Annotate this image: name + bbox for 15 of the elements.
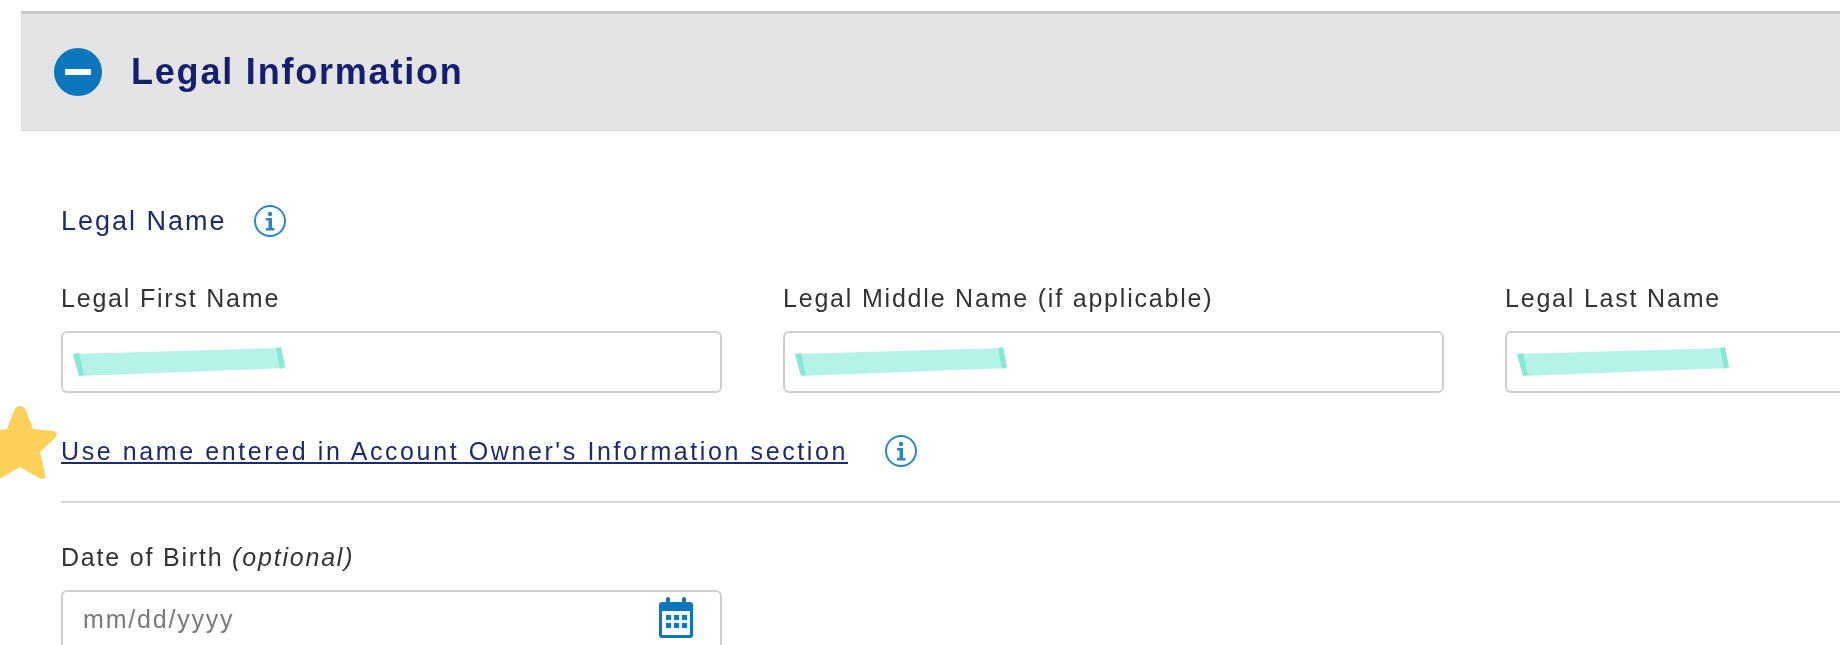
info-icon[interactable] [884, 434, 918, 468]
date-field[interactable]: mm/dd/yyyy [61, 590, 722, 645]
section-header[interactable]: Legal Information [21, 11, 1840, 131]
text-field[interactable] [61, 331, 722, 393]
field-label: Legal First Name [61, 283, 282, 314]
collapse-icon[interactable] [53, 47, 103, 97]
field-label: Legal Middle Name (if applicable) [783, 283, 1215, 314]
info-icon[interactable] [252, 204, 287, 238]
text-field[interactable] [783, 331, 1444, 393]
field-label: Legal Last Name [1505, 283, 1722, 314]
legal-name-heading: Legal Name [61, 205, 227, 237]
use-name-link[interactable]: Use name entered in Account Owner's Information section [61, 436, 848, 466]
section-title: Legal Information [131, 51, 464, 93]
calendar-icon[interactable] [658, 596, 694, 638]
date-of-birth-label: Date of Birth (optional) [61, 542, 356, 573]
